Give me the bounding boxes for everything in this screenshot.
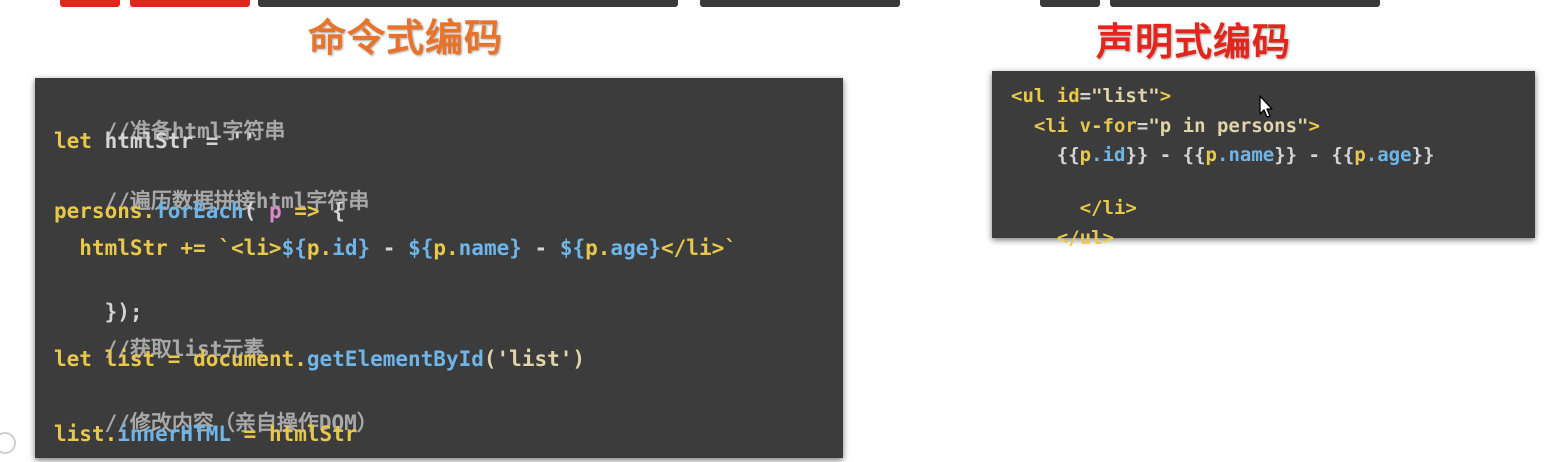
code-text: = htmlStr <box>231 422 358 446</box>
code-line: htmlStr += `<li>${p.id} - ${p.name} - ${… <box>54 235 737 261</box>
code-text: list = document. <box>91 347 307 371</box>
code-variable: p <box>1079 144 1092 166</box>
code-function: getElementById <box>306 347 484 371</box>
code-mustache: }} <box>1411 144 1435 166</box>
code-string: ('list') <box>483 347 586 371</box>
code-property: age <box>610 236 649 260</box>
code-line: let list = document.getElementById('list… <box>54 346 585 372</box>
code-object: p. <box>306 236 333 260</box>
code-keyword: let <box>54 347 92 371</box>
code-text: </li>` <box>661 236 737 260</box>
code-line: <ul id="list"> <box>1011 84 1171 108</box>
mouse-pointer-icon <box>1259 95 1273 118</box>
code-tag: <li <box>1033 115 1080 137</box>
code-template-close: } <box>509 236 522 260</box>
code-param: p <box>268 199 282 223</box>
code-object: persons. <box>54 199 156 223</box>
code-object: p. <box>433 236 459 260</box>
code-text: - <box>370 236 409 260</box>
code-object: list. <box>54 422 118 446</box>
code-tag: <ul <box>1011 85 1057 107</box>
circle-mark-icon <box>0 432 16 454</box>
code-text: htmlStr = '' <box>91 129 257 153</box>
code-attribute: id <box>1056 85 1080 107</box>
declarative-heading: 声明式编码 <box>1096 20 1292 64</box>
code-function: forEach <box>155 199 244 223</box>
imperative-heading: 命令式编码 <box>308 16 504 60</box>
code-text: - <box>1297 144 1332 166</box>
code-property: name <box>458 236 510 260</box>
imperative-code-panel: //准备html字符串 let htmlStr = '' //遍历数据拼接htm… <box>35 78 843 458</box>
code-variable: p <box>1354 144 1366 166</box>
code-attribute-value: "list" <box>1091 85 1160 107</box>
code-template-close: } <box>648 236 662 260</box>
code-text: = <box>1136 115 1149 137</box>
code-object: p. <box>585 236 611 260</box>
code-tag: </ul> <box>1056 227 1114 249</box>
code-mustache: {{ <box>1182 144 1206 166</box>
code-text: htmlStr += `<li> <box>54 236 282 260</box>
code-keyword: let <box>54 129 92 153</box>
code-mustache: }} <box>1125 144 1149 166</box>
code-tag: > <box>1159 85 1172 107</box>
code-text: ( <box>243 199 269 223</box>
code-arrow: => <box>281 199 320 223</box>
code-template-open: ${ <box>281 236 307 260</box>
code-template-open: ${ <box>408 236 434 260</box>
code-line: persons.forEach( p => { <box>54 198 345 224</box>
code-line: {{p.id}} - {{p.name}} - {{p.age}} <box>1011 143 1435 167</box>
cropped-text-strip <box>0 0 1556 8</box>
code-property: innerHTML <box>117 422 232 446</box>
code-line: </ul> <box>1011 202 1114 274</box>
code-property: .name <box>1217 144 1275 166</box>
code-attribute-value: "p in persons" <box>1148 115 1309 137</box>
code-text: = <box>1079 85 1092 107</box>
code-line: let htmlStr = '' <box>54 128 256 154</box>
code-mustache: {{ <box>1331 144 1355 166</box>
code-text: - <box>521 236 560 260</box>
code-tag: > <box>1308 115 1320 137</box>
code-property: id <box>332 236 358 260</box>
code-mustache: }} <box>1274 144 1298 166</box>
code-template-open: ${ <box>559 236 586 260</box>
code-variable: p <box>1205 144 1217 166</box>
code-template-close: } <box>357 236 371 260</box>
code-line: list.innerHTML = htmlStr <box>54 421 357 447</box>
code-text: { <box>319 199 345 223</box>
code-line: <li v-for="p in persons"> <box>1011 114 1320 138</box>
code-attribute: v-for <box>1079 115 1137 137</box>
code-mustache: {{ <box>1056 144 1080 166</box>
code-text: - <box>1148 144 1183 166</box>
code-property: .age <box>1365 144 1412 166</box>
code-property: .id <box>1091 144 1126 166</box>
